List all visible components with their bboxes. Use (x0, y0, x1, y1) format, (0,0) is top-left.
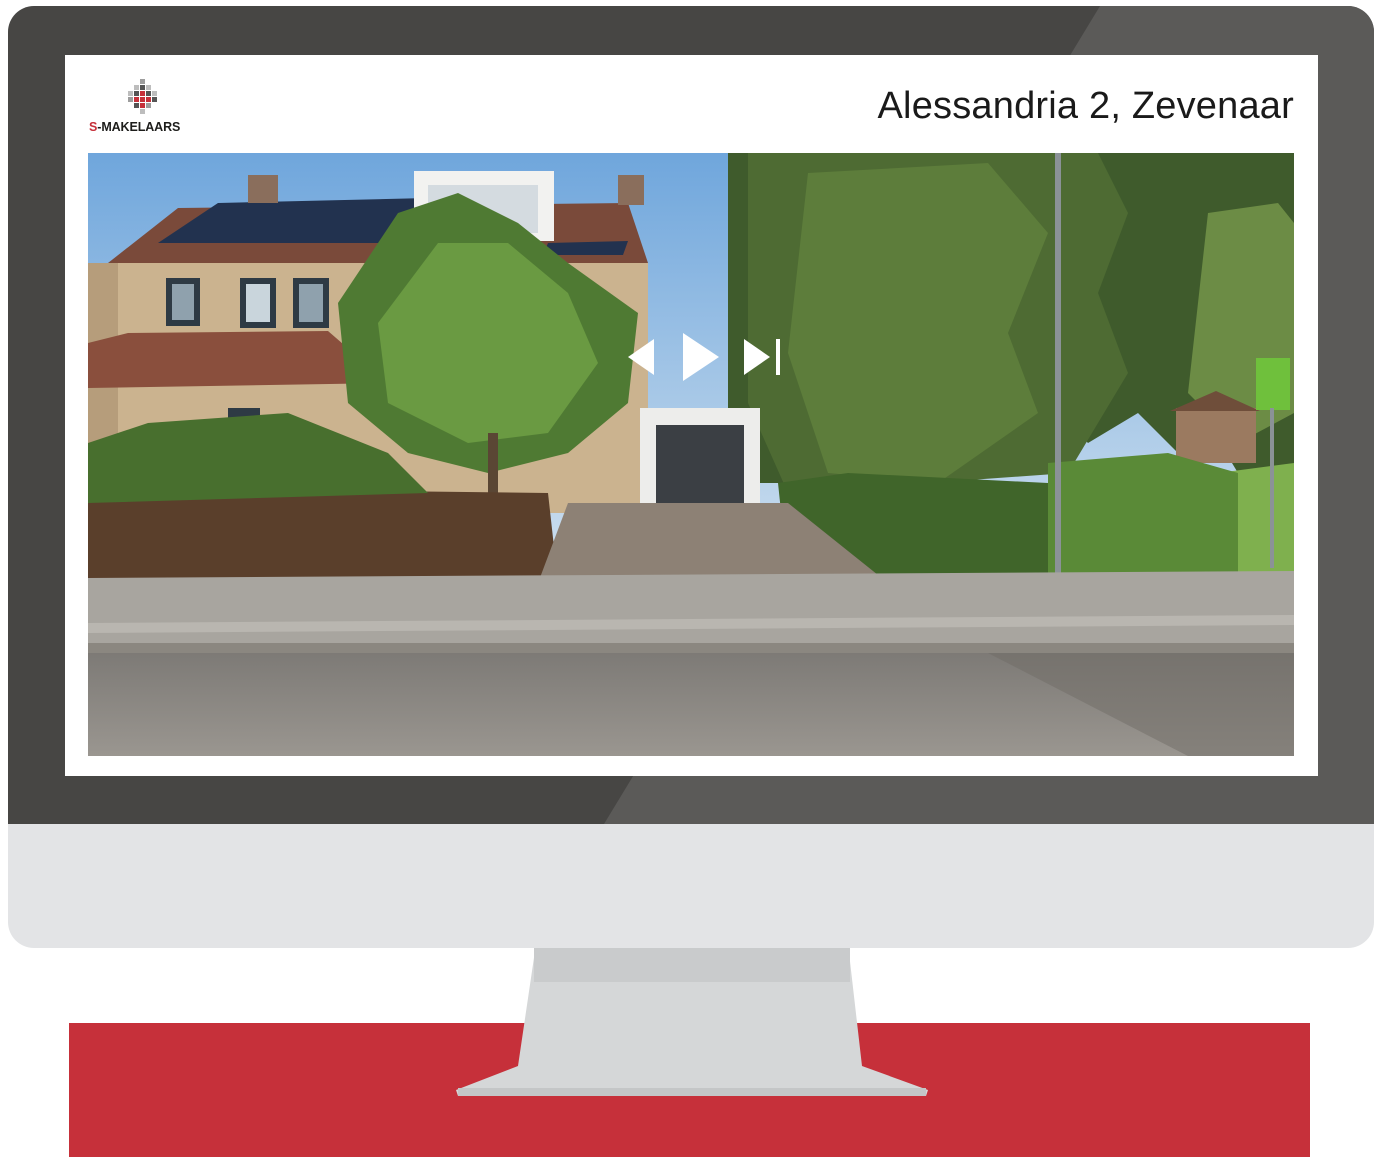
monitor-stand (456, 944, 928, 1096)
play-icon[interactable] (683, 333, 719, 381)
property-photo[interactable] (88, 153, 1294, 756)
skip-next-icon[interactable] (744, 339, 784, 375)
listing-address: Alessandria 2, Zevenaar (877, 85, 1294, 127)
previous-icon[interactable] (628, 339, 654, 375)
monitor-frame: S-MAKELAARS Alessandria 2, Zevenaar (8, 6, 1374, 948)
video-controls (628, 333, 788, 381)
brand-wordmark: S-MAKELAARS (89, 120, 180, 134)
brand-wordmark-suffix: -MAKELAARS (97, 120, 181, 134)
monitor-screen: S-MAKELAARS Alessandria 2, Zevenaar (65, 55, 1318, 776)
brand-wordmark-prefix: S (89, 120, 98, 134)
brand-logo[interactable]: S-MAKELAARS (89, 79, 199, 135)
property-photo-scene (88, 153, 1294, 756)
